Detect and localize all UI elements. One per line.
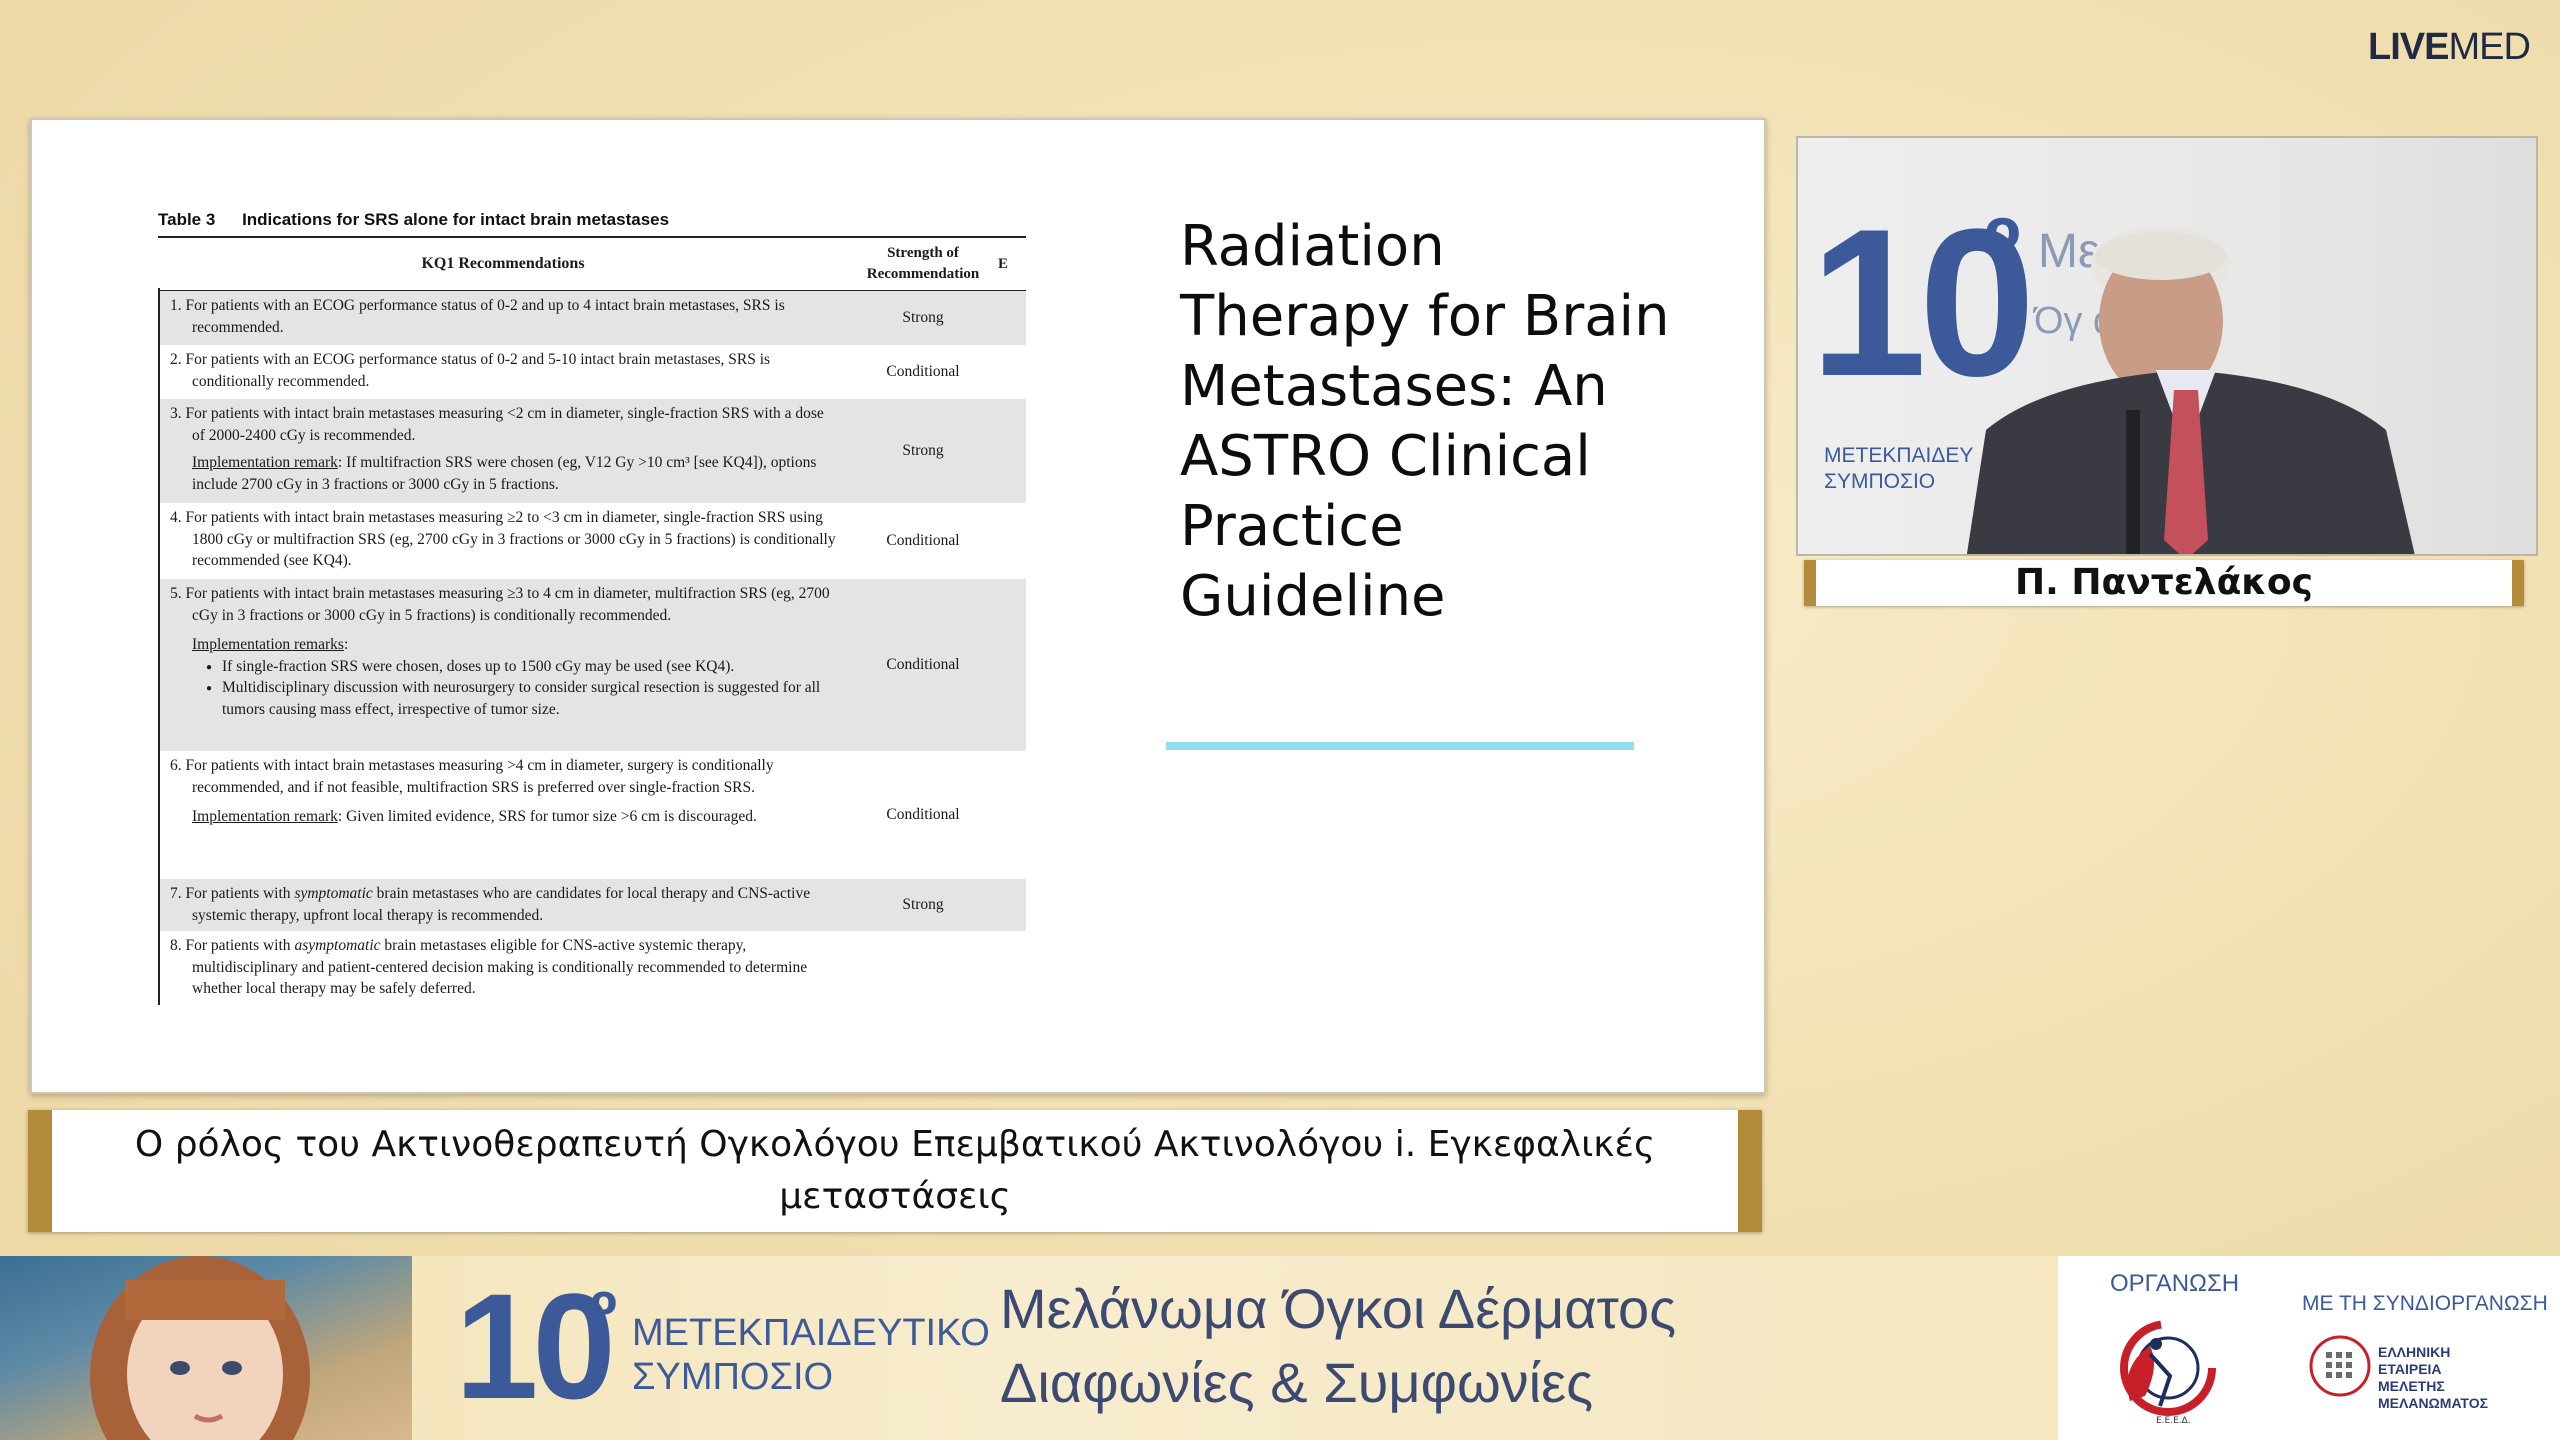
recommendation-text: 6. For patients with intact brain metast… xyxy=(170,757,774,825)
speaker-body xyxy=(1966,370,2415,554)
header-truncated: E xyxy=(998,255,1009,272)
coorganizer-logo-icon xyxy=(2309,1335,2371,1397)
footer-symposium-line1: ΜΕΤΕΚΠΑΙΔΕΥΤΙΚΟ xyxy=(632,1312,990,1354)
strength-value: Conditional xyxy=(886,363,960,380)
strength-value: Strong xyxy=(902,896,944,913)
recommendations-table: KQ1 Recommendations Strength of Recommen… xyxy=(158,236,1026,1005)
recommendation-text: 4. For patients with intact brain metast… xyxy=(170,509,836,569)
implementation-remark-label: Implementation remark xyxy=(192,454,338,471)
recommendation-text: 3. For patients with intact brain metast… xyxy=(170,405,824,493)
strength-value: Strong xyxy=(902,442,944,459)
footer-event-title-line2: Διαφωνίες & Συμφωνίες xyxy=(1000,1351,1594,1414)
table-row: 6. For patients with intact brain metast… xyxy=(158,751,1026,879)
table-header-row: KQ1 Recommendations Strength of Recommen… xyxy=(158,236,1026,291)
implementation-remark-label: Implementation remark xyxy=(192,808,338,825)
table-left-border xyxy=(158,288,160,1005)
recommendation-text: 8. For patients with asymptomatic brain … xyxy=(170,937,808,997)
strength-value xyxy=(848,931,1026,1005)
title-accent-line xyxy=(1166,742,1634,750)
strength-value: Strong xyxy=(902,309,944,326)
footer-number: 10 xyxy=(455,1262,616,1430)
organizer-acronym: Ε.Ε.Ε.Δ. xyxy=(2156,1416,2191,1426)
livemed-logo: LIVEMED xyxy=(2368,26,2531,68)
table-row: 5. For patients with intact brain metast… xyxy=(158,579,1026,751)
bullet-item: Multidisciplinary discussion with neuros… xyxy=(206,677,840,720)
organizers-panel: ΟΡΓΑΝΩΣΗ Ε.Ε.Ε.Δ. ΜΕ ΤΗ ΣΥΝΔΙΟΡΓΑΝΩΣΗ ΕΛ… xyxy=(2058,1256,2560,1440)
implementation-remarks-label: Implementation remarks xyxy=(192,636,344,653)
coorganizer-label: ΜΕ ΤΗ ΣΥΝΔΙΟΡΓΑΝΩΣΗ xyxy=(2302,1292,2548,1315)
painting-figure xyxy=(90,1256,310,1440)
footer-event-title-line1: Μελάνωμα Όγκοι Δέρματος xyxy=(1000,1277,1677,1340)
strength-value: Conditional xyxy=(886,656,960,673)
speaker-nameplate: Π. Παντελάκος xyxy=(1804,560,2524,606)
table-row: 4. For patients with intact brain metast… xyxy=(158,503,1026,579)
table-row: 8. For patients with asymptomatic brain … xyxy=(158,931,1026,1005)
table-row: 1. For patients with an ECOG performance… xyxy=(158,291,1026,345)
header-recommendations: KQ1 Recommendations xyxy=(421,255,585,272)
coorganizer-name: ΕΛΛΗΝΙΚΗ ΕΤΑΙΡΕΙΑ ΜΕΛΕΤΗΣ ΜΕΛΑΝΩΜΑΤΟΣ xyxy=(2378,1344,2488,1411)
speaker-video: 10 o Με Όγ ατος ΜΕΤΕΚΠΑΙΔΕΥ ΣΥΜΠΟΣΙΟ xyxy=(1796,136,2538,556)
table-number: Table 3 xyxy=(158,210,216,229)
renoir-painting-image xyxy=(0,1256,412,1440)
slide-title: Radiation Therapy for Brain Metastases: … xyxy=(1180,214,1670,629)
organizer-label: ΟΡΓΑΝΩΣΗ xyxy=(2110,1270,2240,1297)
table-row: 2. For patients with an ECOG performance… xyxy=(158,345,1026,399)
footer-symposium-line2: ΣΥΜΠΟΣΙΟ xyxy=(632,1356,834,1398)
header-strength: Strength of Recommendation xyxy=(866,245,980,282)
footer-degree: o xyxy=(590,1278,618,1324)
strength-value: Conditional xyxy=(886,806,960,823)
bullet-item: If single-fraction SRS were chosen, dose… xyxy=(206,656,840,677)
recommendation-text: 2. For patients with an ECOG performance… xyxy=(170,351,771,390)
table-title: Indications for SRS alone for intact bra… xyxy=(242,210,670,229)
recommendation-text: 5. For patients with intact brain metast… xyxy=(158,579,848,751)
presentation-slide: Table 3 Indications for SRS alone for in… xyxy=(30,118,1766,1094)
recommendation-text: 7. For patients with symptomatic brain m… xyxy=(170,885,811,924)
table-caption: Table 3 Indications for SRS alone for in… xyxy=(158,210,669,230)
lower-third-caption: Ο ρόλος του Ακτινοθεραπευτή Ογκολόγου Επ… xyxy=(28,1110,1762,1232)
backdrop-degree: o xyxy=(1984,198,2022,261)
table-row: 3. For patients with intact brain metast… xyxy=(158,399,1026,503)
event-banner: 10 o ΜΕΤΕΚΠΑΙΔΕΥΤΙΚΟ ΣΥΜΠΟΣΙΟ Μελάνωμα Ό… xyxy=(0,1256,2560,1440)
recommendation-text: 1. For patients with an ECOG performance… xyxy=(170,297,785,336)
organizer-logo-icon xyxy=(2120,1320,2216,1416)
strength-value: Conditional xyxy=(886,532,960,549)
backdrop-subtitle: ΣΥΜΠΟΣΙΟ xyxy=(1824,470,1936,493)
table-row: 7. For patients with symptomatic brain m… xyxy=(158,879,1026,931)
